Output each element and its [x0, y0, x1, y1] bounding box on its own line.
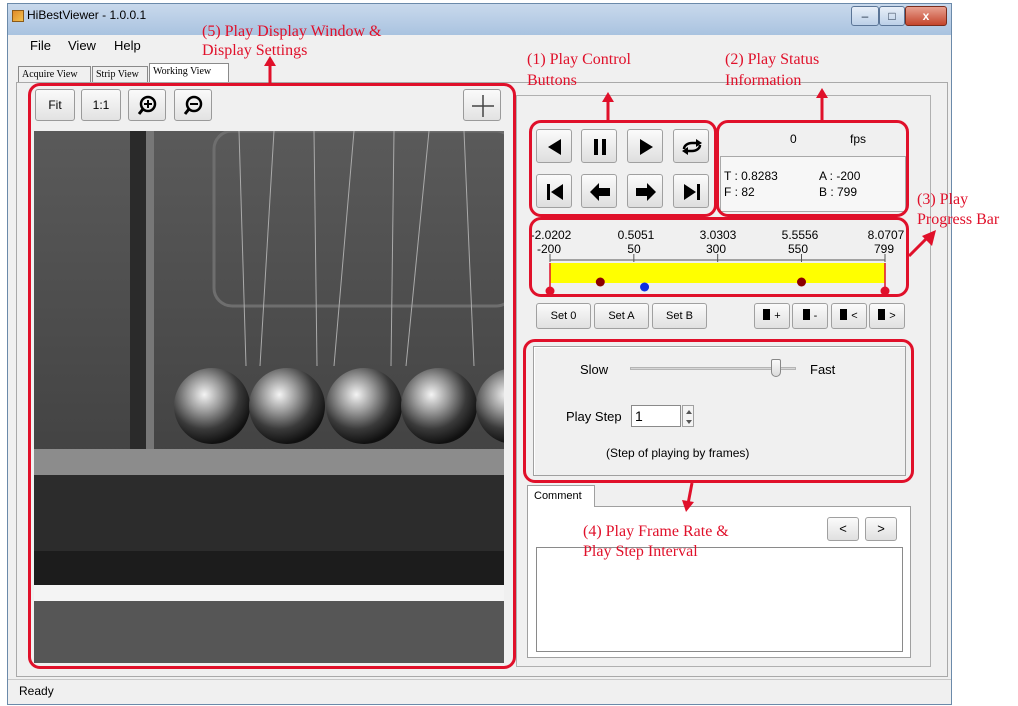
highlight-status-info: [716, 120, 909, 217]
menu-file[interactable]: File: [30, 38, 51, 53]
annotation-4-line2: Play Step Interval: [583, 543, 698, 560]
bookmark-remove-label: -: [813, 310, 818, 322]
set-a-button[interactable]: Set A: [594, 303, 649, 329]
annotation-1-line2: Buttons: [527, 72, 577, 89]
tab-strip-view[interactable]: Strip View: [92, 66, 148, 82]
highlight-speed-step: [523, 339, 914, 483]
maximize-button[interactable]: □: [879, 6, 905, 26]
bookmark-next-label: >: [889, 310, 896, 322]
set-b-button[interactable]: Set B: [652, 303, 707, 329]
highlight-progress-bar: [529, 217, 909, 297]
annotation-1-line1: (1) Play Control: [527, 51, 631, 68]
tab-comment[interactable]: Comment: [527, 485, 595, 507]
comment-textarea[interactable]: [536, 547, 903, 652]
annotation-3-line2: Progress Bar: [917, 211, 1000, 228]
minimize-button[interactable]: –: [851, 6, 879, 26]
bookmark-next-button[interactable]: >: [869, 303, 905, 329]
bookmark-prev-label: <: [851, 310, 858, 322]
bookmark-icon: [840, 309, 848, 320]
set-zero-button[interactable]: Set 0: [536, 303, 591, 329]
bookmark-icon: [763, 309, 771, 320]
annotation-2-line2: Information: [725, 72, 802, 89]
annotation-4-line1: (4) Play Frame Rate &: [583, 523, 729, 540]
annotation-3-line1: (3) Play: [917, 191, 969, 208]
close-button[interactable]: x: [905, 6, 947, 26]
comment-prev-button[interactable]: <: [827, 517, 859, 541]
annotation-5-line2: Display Settings: [202, 42, 308, 59]
annotation-5-line1: (5) Play Display Window &: [202, 23, 382, 40]
tab-working-view[interactable]: Working View: [149, 63, 229, 82]
app-icon: [12, 10, 24, 22]
bookmark-add-label: +: [774, 310, 781, 322]
bookmark-remove-button[interactable]: -: [792, 303, 828, 329]
highlight-control-buttons: [529, 120, 717, 217]
bookmark-prev-button[interactable]: <: [831, 303, 867, 329]
tab-acquire-view[interactable]: Acquire View: [18, 66, 91, 82]
bookmark-add-button[interactable]: +: [754, 303, 790, 329]
highlight-display-window: [28, 83, 516, 669]
bookmark-icon: [878, 309, 886, 320]
annotation-2-line1: (2) Play Status: [725, 51, 820, 68]
title-bar: [8, 4, 951, 35]
menu-help[interactable]: Help: [114, 38, 141, 53]
comment-next-button[interactable]: >: [865, 517, 897, 541]
window-title: HiBestViewer - 1.0.0.1: [27, 8, 147, 22]
menu-view[interactable]: View: [68, 38, 96, 53]
bookmark-icon: [802, 309, 810, 320]
status-bar: [8, 679, 951, 704]
status-text: Ready: [19, 684, 54, 698]
